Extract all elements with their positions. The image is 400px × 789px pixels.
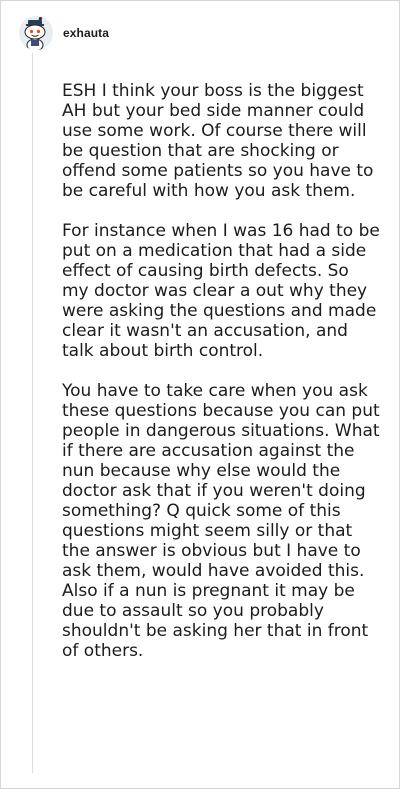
comment-card: exhauta ESH I think your boss is the big…	[0, 0, 400, 789]
thread-line[interactable]	[32, 53, 33, 773]
comment-author[interactable]: exhauta	[63, 26, 109, 40]
comment-paragraph: For instance when I was 16 had to be put…	[62, 221, 380, 361]
comment-paragraph: ESH I think your boss is the biggest AH …	[62, 81, 374, 201]
comment-paragraph: You have to take care when you ask these…	[62, 381, 380, 661]
snoo-avatar-icon[interactable]	[19, 16, 53, 50]
comment-header: exhauta	[19, 15, 109, 51]
comment-body: ESH I think your boss is the biggest AH …	[62, 81, 380, 661]
